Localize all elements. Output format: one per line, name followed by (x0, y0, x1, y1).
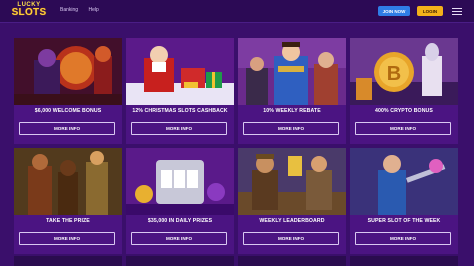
promo-card: TAKE THE PRIZE MORE INFO (14, 148, 122, 254)
more-info-button[interactable]: MORE INFO (243, 122, 339, 135)
promo-title: 12% CHRISTMAS SLOTS CASHBACK (132, 108, 228, 114)
promo-title: $35,000 IN DAILY PRIZES (147, 218, 213, 224)
promo-card: SUPER SLOT OF THE WEEK MORE INFO (350, 148, 458, 254)
menu-icon[interactable] (452, 8, 462, 15)
promo-image[interactable] (126, 148, 234, 215)
login-button[interactable]: LOGIN (417, 6, 443, 16)
promo-image[interactable] (238, 38, 346, 105)
promo-image[interactable]: B (350, 38, 458, 105)
promo-title: 400% CRYPTO BONUS (375, 108, 433, 114)
promo-title: $6,000 WELCOME BONUS (34, 108, 102, 114)
more-info-button[interactable]: MORE INFO (355, 122, 451, 135)
promotions-grid: $6,000 WELCOME BONUS MORE INFO 12% CHRIS… (0, 22, 474, 266)
site-logo[interactable]: LUCKY SLOTS (10, 2, 48, 21)
promo-title: 10% WEEKLY REBATE (263, 108, 321, 114)
logo-main-text: SLOTS (11, 7, 47, 18)
promo-card: $35,000 IN DAILY PRIZES MORE INFO (126, 148, 234, 254)
nav-help[interactable]: Help (88, 7, 98, 13)
more-info-button[interactable]: MORE INFO (243, 232, 339, 245)
promo-card-partial (350, 256, 458, 266)
promo-card: WEEKLY LEADERBOARD MORE INFO (238, 148, 346, 254)
svg-text:B: B (387, 63, 401, 85)
join-now-button[interactable]: JOIN NOW (378, 6, 410, 16)
promo-title: WEEKLY LEADERBOARD (259, 218, 325, 224)
promo-card: 12% CHRISTMAS SLOTS CASHBACK MORE INFO (126, 38, 234, 144)
more-info-button[interactable]: MORE INFO (19, 122, 115, 135)
promo-card: B 400% CRYPTO BONUS MORE INFO (350, 38, 458, 144)
promo-image[interactable] (238, 148, 346, 215)
more-info-button[interactable]: MORE INFO (131, 232, 227, 245)
promo-card-partial (126, 256, 234, 266)
top-bar: LUCKY SLOTS Banking Help JOIN NOW LOGIN (0, 0, 474, 23)
more-info-button[interactable]: MORE INFO (131, 122, 227, 135)
promo-card: 10% WEEKLY REBATE MORE INFO (238, 38, 346, 144)
promo-card-partial (238, 256, 346, 266)
promo-card: $6,000 WELCOME BONUS MORE INFO (14, 38, 122, 144)
more-info-button[interactable]: MORE INFO (19, 232, 115, 245)
promo-image[interactable] (14, 148, 122, 215)
promo-image[interactable] (126, 38, 234, 105)
promo-title: SUPER SLOT OF THE WEEK (367, 218, 441, 224)
promo-card-partial (14, 256, 122, 266)
promo-image[interactable] (350, 148, 458, 215)
more-info-button[interactable]: MORE INFO (355, 232, 451, 245)
promo-title: TAKE THE PRIZE (46, 218, 90, 224)
promo-image[interactable] (14, 38, 122, 105)
main-nav: Banking Help (60, 7, 108, 13)
nav-banking[interactable]: Banking (60, 7, 78, 13)
